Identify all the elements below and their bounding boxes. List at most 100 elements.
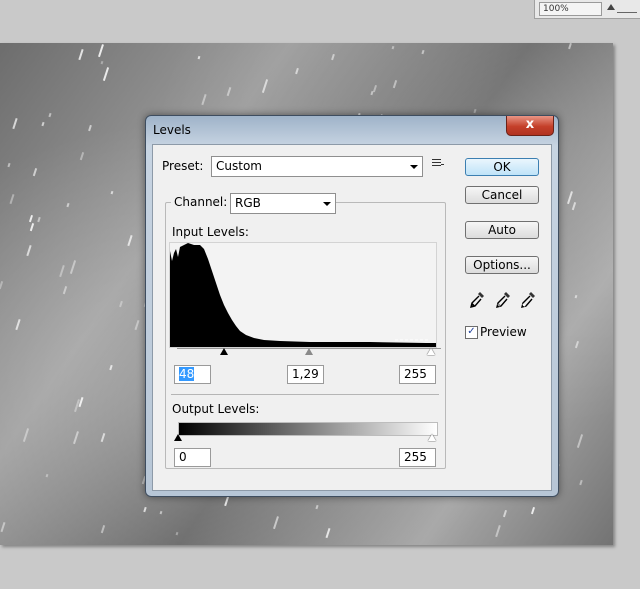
rain-streak — [273, 516, 279, 529]
rain-streak — [295, 67, 299, 75]
divider — [171, 394, 439, 395]
dialog-title: Levels — [153, 123, 191, 137]
rain-streak — [473, 108, 477, 114]
rain-streak — [175, 531, 178, 536]
input-gamma-field[interactable]: 1,29 — [287, 365, 324, 384]
input-gamma-slider-handle[interactable] — [305, 348, 313, 355]
histogram-graph — [170, 243, 436, 347]
black-point-eyedropper-icon[interactable] — [469, 291, 485, 309]
checkmark-icon: ✓ — [467, 326, 476, 337]
output-black-slider-handle[interactable] — [174, 434, 182, 441]
rain-streak — [159, 510, 162, 515]
preset-options-icon[interactable] — [432, 159, 444, 169]
histogram — [169, 242, 437, 348]
rain-streak — [315, 504, 319, 510]
rain-streak — [73, 431, 79, 444]
rain-streak — [0, 522, 6, 532]
auto-button[interactable]: Auto — [465, 221, 539, 239]
rain-streak — [391, 45, 394, 50]
preview-label: Preview — [480, 325, 527, 339]
zoom-toolbar: 100% — [534, 0, 640, 19]
zoom-slider-handle-icon[interactable] — [607, 4, 615, 10]
rain-streak — [325, 528, 331, 538]
output-levels-label: Output Levels: — [172, 402, 260, 416]
rain-streak — [9, 194, 15, 204]
ok-button[interactable]: OK — [465, 158, 539, 176]
input-white-field[interactable]: 255 — [399, 365, 436, 384]
rain-streak — [392, 79, 397, 89]
rain-streak — [372, 84, 377, 93]
output-white-field[interactable]: 255 — [399, 448, 436, 467]
rain-streak — [62, 285, 67, 295]
output-gradient-bar — [178, 422, 438, 436]
channel-value: RGB — [235, 196, 261, 210]
rain-streak — [119, 300, 123, 308]
rain-streak — [45, 473, 48, 478]
preview-checkbox[interactable]: ✓ — [465, 326, 478, 339]
rain-streak — [127, 235, 133, 246]
preset-select[interactable]: Custom — [211, 156, 423, 177]
rain-streak — [567, 191, 573, 204]
rain-streak — [134, 320, 140, 330]
close-button[interactable]: x — [506, 116, 554, 136]
output-white-slider-handle[interactable] — [428, 434, 436, 441]
rain-streak — [226, 86, 231, 97]
rain-streak — [261, 79, 268, 93]
input-black-slider-handle[interactable] — [220, 348, 228, 355]
rain-streak — [0, 280, 3, 290]
rain-streak — [110, 190, 113, 195]
rain-streak — [502, 509, 507, 518]
rain-streak — [574, 340, 579, 349]
rain-streak — [100, 524, 105, 534]
preset-label: Preset: — [162, 159, 204, 173]
channel-select[interactable]: RGB — [230, 193, 336, 214]
rain-streak — [29, 222, 34, 232]
zoom-slider-track[interactable] — [617, 12, 637, 13]
rain-streak — [79, 151, 84, 161]
rain-streak — [26, 245, 32, 256]
rain-streak — [100, 432, 105, 443]
rain-streak — [530, 506, 535, 515]
preset-value: Custom — [216, 159, 262, 173]
rain-streak — [100, 60, 103, 65]
rain-streak — [69, 260, 76, 274]
input-white-slider-handle[interactable] — [427, 348, 435, 355]
rain-streak — [66, 202, 70, 208]
rain-streak — [15, 319, 21, 330]
chevron-down-icon — [410, 165, 418, 169]
rain-streak — [12, 118, 18, 129]
rain-streak — [98, 44, 104, 57]
rain-streak — [102, 67, 109, 81]
rain-streak — [78, 49, 84, 60]
options-button[interactable]: Options... — [465, 256, 539, 274]
rain-streak — [571, 201, 576, 211]
rain-streak — [143, 506, 147, 513]
input-black-field[interactable]: 48 — [174, 365, 211, 384]
rain-streak — [576, 434, 583, 448]
rain-streak — [41, 121, 45, 127]
rain-streak — [7, 162, 11, 168]
chevron-down-icon — [323, 202, 331, 206]
rain-streak — [201, 94, 207, 105]
rain-streak — [28, 214, 33, 223]
rain-streak — [48, 112, 52, 118]
rain-streak — [370, 90, 374, 96]
zoom-level-field[interactable]: 100% — [539, 2, 602, 16]
white-point-eyedropper-icon[interactable] — [520, 291, 536, 309]
rain-streak — [32, 167, 37, 177]
gray-point-eyedropper-icon[interactable] — [495, 291, 511, 309]
rain-streak — [574, 294, 577, 299]
rain-streak — [197, 55, 200, 60]
rain-streak — [88, 124, 92, 132]
levels-dialog: Levels x Preset: Custom OK Cancel Auto O… — [145, 115, 559, 497]
output-black-field[interactable]: 0 — [174, 448, 211, 467]
cancel-button[interactable]: Cancel — [465, 186, 539, 204]
rain-streak — [568, 43, 572, 50]
rain-streak — [421, 49, 425, 55]
rain-streak — [59, 265, 65, 277]
rain-streak — [109, 364, 113, 371]
channel-label: Channel: — [171, 195, 231, 209]
rain-streak — [37, 216, 41, 223]
rain-streak — [331, 53, 335, 61]
rain-streak — [495, 525, 501, 537]
